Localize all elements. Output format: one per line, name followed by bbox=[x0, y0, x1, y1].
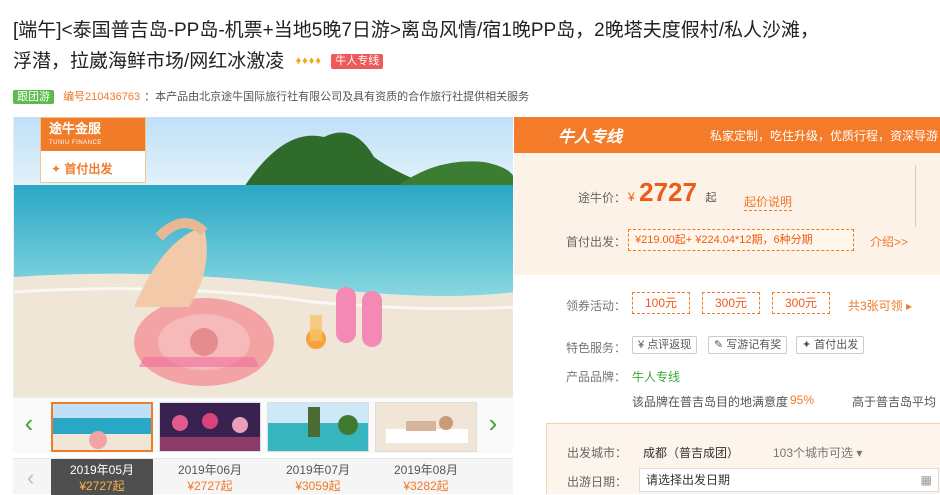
price-help-link[interactable]: 起价说明 bbox=[744, 193, 793, 211]
month-price: ¥3282起 bbox=[403, 479, 449, 493]
group-tour-badge: 跟团游 bbox=[13, 90, 54, 104]
thumbnail[interactable] bbox=[51, 402, 153, 452]
leaf-icon: ✦ bbox=[802, 339, 815, 351]
month-label: 2019年05月 bbox=[69, 463, 135, 477]
panel-header: 牛人专线 私家定制，吃住升级，优质行程，资深导游 bbox=[514, 117, 940, 153]
coupon-label: 领券活动： bbox=[566, 299, 627, 313]
price-number: 2727 bbox=[639, 177, 697, 207]
coupon-button[interactable]: 100元 bbox=[632, 292, 690, 314]
feature-chip-text: 写游记有奖 bbox=[726, 339, 782, 351]
month-prev-chevron-left-icon[interactable]: ‹ bbox=[27, 465, 34, 491]
thumbnail-dance-image bbox=[160, 403, 260, 451]
product-subline: 跟团游 编号210436763 ：本产品由北京途牛国际旅行社有限公司及具有资质的合… bbox=[13, 90, 529, 104]
feature-chip[interactable]: ✦ 首付出发 bbox=[796, 336, 865, 354]
feature-chip-text: 点评返现 bbox=[647, 339, 692, 351]
firstpay-label: 首付出发： bbox=[566, 235, 627, 249]
title-line-2: 浮潜，拉崴海鲜市场/网红冰激凌 bbox=[13, 51, 285, 72]
thumbnail-beach-image bbox=[53, 404, 151, 450]
product-title: [端午]<泰国普吉岛-PP岛-机票+当地5晚7日游>离岛风情/宿1晚PP岛，2晚… bbox=[13, 16, 938, 77]
price-from-suffix: 起 bbox=[705, 192, 717, 204]
thumb-next-chevron-right-icon[interactable]: › bbox=[483, 408, 503, 438]
depart-label: 出发城市： bbox=[567, 446, 628, 460]
thumbnail[interactable] bbox=[267, 402, 369, 452]
feature-chip[interactable]: ¥ 点评返现 bbox=[632, 336, 698, 354]
niuren-tag: 牛人专线 bbox=[331, 54, 384, 69]
date-placeholder: 请选择出发日期 bbox=[646, 473, 731, 487]
installment-intro-link[interactable]: 介绍>> bbox=[870, 233, 908, 250]
month-tab[interactable]: 2019年08月 ¥3282起 bbox=[375, 459, 477, 495]
title-line-1: [端午]<泰国普吉岛-PP岛-机票+当地5晚7日游>离岛风情/宿1晚PP岛，2晚… bbox=[13, 20, 820, 41]
month-price: ¥2727起 bbox=[79, 479, 125, 493]
divider bbox=[915, 165, 916, 227]
coupon-more-link[interactable]: 共3张可领 ▸ bbox=[848, 297, 912, 314]
installment-box[interactable]: ¥219.00起+ ¥224.04*12期，6种分期 bbox=[628, 229, 854, 251]
satisfaction-value: 95% bbox=[790, 393, 815, 407]
diamond-rating-icon: ♦♦♦♦ bbox=[295, 55, 323, 67]
brand-value[interactable]: 牛人专线 bbox=[632, 368, 680, 385]
finance-badge-sub-text: 首付出发 bbox=[64, 162, 113, 176]
month-price: ¥3059起 bbox=[295, 479, 341, 493]
month-label: 2019年07月 bbox=[285, 463, 351, 477]
price-value: ¥ 2727 起 bbox=[628, 177, 716, 208]
coupon-button[interactable]: 300元 bbox=[772, 292, 830, 314]
feature-chip[interactable]: ✎ 写游记有奖 bbox=[708, 336, 788, 354]
month-label: 2019年08月 bbox=[393, 463, 459, 477]
price-label: 途牛价： bbox=[578, 191, 627, 205]
product-code: 编号210436763 bbox=[63, 91, 141, 103]
leaf-icon: ✦ bbox=[51, 162, 65, 176]
coupon-button[interactable]: 300元 bbox=[702, 292, 760, 314]
booking-panel: 牛人专线 私家定制，吃住升级，优质行程，资深导游 途牛价： ¥ 2727 起 起… bbox=[514, 117, 940, 494]
niuren-logo: 牛人专线 bbox=[558, 129, 623, 146]
tuniu-finance-en: TUNIU FINANCE bbox=[49, 140, 102, 146]
date-label: 出游日期： bbox=[567, 475, 628, 489]
panel-slogan: 私家定制，吃住升级，优质行程，资深导游 bbox=[709, 129, 938, 143]
month-tab[interactable]: 2019年06月 ¥2727起 bbox=[159, 459, 261, 495]
satisfaction-text: 该品牌在普吉岛目的地满意度 bbox=[632, 395, 789, 409]
city-select-dropdown[interactable]: 103个城市可选 ▾ bbox=[773, 444, 862, 461]
thumbnail-island-image bbox=[268, 403, 368, 451]
price-box: 途牛价： ¥ 2727 起 起价说明 首付出发： ¥219.00起+ ¥224.… bbox=[514, 153, 940, 275]
finance-badge-brand: 途牛金服 TUNIU FINANCE bbox=[41, 118, 145, 151]
month-price: ¥2727起 bbox=[187, 479, 233, 493]
provider-text: ：本产品由北京途牛国际旅行社有限公司及具有资质的合作旅行社提供相关服务 bbox=[144, 91, 530, 103]
yen-symbol: ¥ bbox=[628, 190, 635, 204]
month-price-bar: ‹ 2019年05月 ¥2727起 2019年06月 ¥2727起 2019年0… bbox=[13, 458, 513, 495]
brand-label: 产品品牌： bbox=[566, 370, 627, 384]
finance-badge-sub: ✦ 首付出发 bbox=[41, 151, 145, 183]
thumbnail[interactable] bbox=[375, 402, 477, 452]
month-label: 2019年06月 bbox=[177, 463, 243, 477]
feature-chip-text: 首付出发 bbox=[814, 339, 859, 351]
date-input[interactable]: 请选择出发日期 ▦ bbox=[639, 468, 939, 492]
thumbnail-strip: ‹ › bbox=[13, 397, 513, 453]
tuniu-finance-logo-text: 途牛金服 bbox=[49, 121, 102, 136]
thumbnail-massage-image bbox=[376, 403, 476, 451]
main-photo: 途牛金服 TUNIU FINANCE ✦ 首付出发 bbox=[13, 117, 513, 397]
booking-form: 出发城市： 成都（普吉成团） 103个城市可选 ▾ 出游日期： 请选择出发日期 … bbox=[546, 423, 940, 494]
yen-icon: ¥ bbox=[638, 339, 648, 351]
month-tab[interactable]: 2019年07月 ¥3059起 bbox=[267, 459, 369, 495]
compare-text: 高于普吉岛平均 bbox=[852, 395, 937, 409]
thumb-prev-chevron-left-icon[interactable]: ‹ bbox=[19, 408, 39, 438]
month-tab[interactable]: 2019年05月 ¥2727起 bbox=[51, 459, 153, 495]
finance-badge: 途牛金服 TUNIU FINANCE ✦ 首付出发 bbox=[40, 117, 146, 183]
thumbnail[interactable] bbox=[159, 402, 261, 452]
feature-label: 特色服务： bbox=[566, 341, 627, 355]
calendar-icon: ▦ bbox=[920, 473, 932, 487]
depart-city[interactable]: 成都（普吉成团） bbox=[643, 444, 739, 461]
pen-icon: ✎ bbox=[714, 339, 727, 351]
